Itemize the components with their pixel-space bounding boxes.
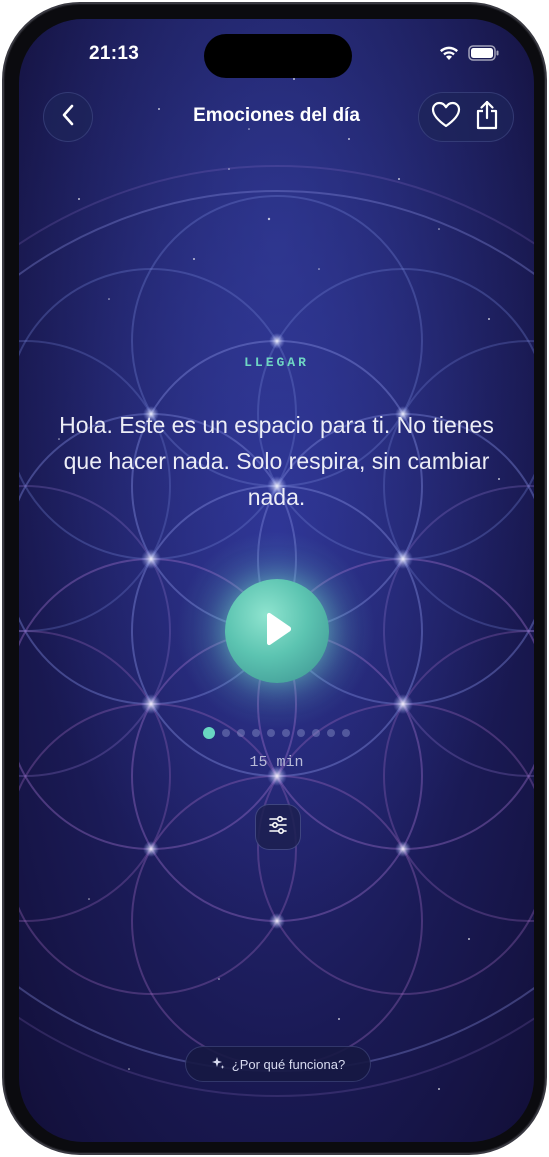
app-screen: 21:13 Emociones del día LLEGAR Hola. Est… [19, 19, 534, 1142]
step-dot[interactable] [252, 729, 260, 737]
session-phase-label: LLEGAR [244, 355, 309, 370]
why-it-works-button[interactable]: ¿Por qué funciona? [185, 1046, 371, 1082]
status-icons [438, 45, 500, 66]
heart-icon [431, 101, 461, 134]
chevron-left-icon [61, 104, 75, 131]
nav-actions [418, 92, 514, 142]
step-dot[interactable] [297, 729, 305, 737]
page-title: Emociones del día [193, 105, 360, 126]
back-button[interactable] [43, 92, 93, 142]
step-dot[interactable] [327, 729, 335, 737]
sliders-icon [268, 815, 288, 839]
play-button[interactable] [225, 579, 329, 683]
step-dot-active[interactable] [203, 727, 215, 739]
step-indicator [203, 726, 350, 740]
phone-frame: 21:13 Emociones del día LLEGAR Hola. Est… [2, 2, 547, 1155]
share-icon [474, 100, 500, 135]
why-it-works-label: ¿Por qué funciona? [231, 1056, 346, 1072]
session-duration: 15 min [249, 754, 304, 771]
step-dot[interactable] [237, 729, 245, 737]
step-dot[interactable] [312, 729, 320, 737]
share-button[interactable] [467, 97, 507, 137]
status-time: 21:13 [89, 43, 140, 64]
step-dot[interactable] [342, 729, 350, 737]
favorite-button[interactable] [426, 97, 466, 137]
step-dot[interactable] [222, 729, 230, 737]
settings-button[interactable] [255, 804, 301, 850]
play-icon [260, 611, 294, 652]
sparkle-icon [211, 1056, 225, 1073]
session-text: Hola. Este es un espacio para ti. No tie… [59, 412, 494, 510]
step-dot[interactable] [267, 729, 275, 737]
dynamic-island [204, 34, 352, 78]
step-dot[interactable] [282, 729, 290, 737]
battery-icon [468, 45, 500, 66]
wifi-icon [438, 45, 460, 66]
